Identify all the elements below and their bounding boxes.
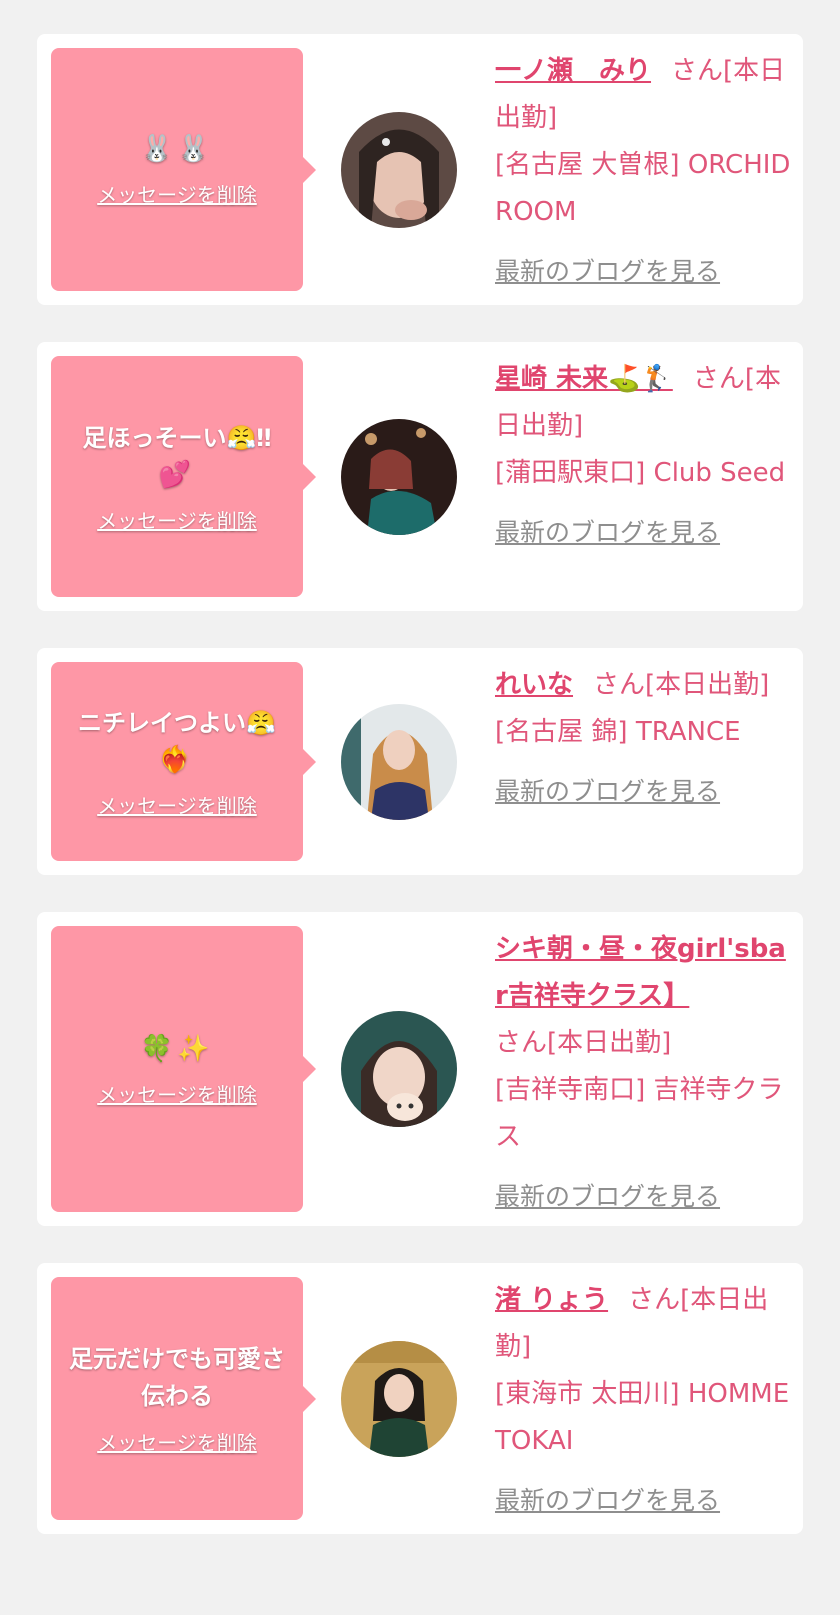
message-text: ニチレイつよい😤	[78, 708, 276, 737]
cast-name-link[interactable]: 星崎 未来⛳🏌	[495, 364, 673, 394]
avatar[interactable]	[341, 1011, 457, 1127]
cast-name-link[interactable]: 一ノ瀬 みり	[495, 56, 651, 86]
message-card: 🐰🐰 メッセージを削除 一ノ瀬 みり さん[本日出勤] [名古屋 大曽根] ORC…	[37, 34, 803, 305]
message-bubble: 🐰🐰 メッセージを削除	[51, 48, 316, 291]
cast-info: れいな さん[本日出勤] [名古屋 錦] TRANCE 最新のブログを見る	[495, 662, 791, 815]
message-emoji: ❤️‍🔥	[158, 744, 196, 775]
message-card: 足ほっそーい😤‼ 💕 メッセージを削除 星崎 未来⛳🏌 さん[本日出勤] [蒲田駅…	[37, 342, 803, 611]
message-text: 足ほっそーい😤‼	[82, 423, 272, 452]
delete-message-link[interactable]: メッセージを削除	[97, 1079, 257, 1108]
delete-message-link[interactable]: メッセージを削除	[97, 179, 257, 208]
message-card: ニチレイつよい😤 ❤️‍🔥 メッセージを削除 れいな さん[本日出勤] [名古屋 …	[37, 648, 803, 875]
avatar[interactable]	[341, 1340, 457, 1457]
message-bubble: 足ほっそーい😤‼ 💕 メッセージを削除	[51, 356, 316, 597]
message-emoji: 🍀✨	[140, 1033, 214, 1064]
cast-info: 渚 りょう さん[本日出勤] [東海市 太田川] HOMME TOKAI 最新のブ…	[495, 1277, 791, 1524]
message-bubble: 足元だけでも可愛さ伝わる メッセージを削除	[51, 1277, 316, 1520]
delete-message-link[interactable]: メッセージを削除	[97, 790, 257, 819]
message-card: 足元だけでも可愛さ伝わる メッセージを削除 渚 りょう さん[本日出勤] [東海市…	[37, 1263, 803, 1534]
cast-location: [吉祥寺南口] 吉祥寺クラス	[495, 1075, 784, 1152]
message-bubble: ニチレイつよい😤 ❤️‍🔥 メッセージを削除	[51, 662, 316, 861]
avatar[interactable]	[341, 703, 457, 820]
latest-blog-link[interactable]: 最新のブログを見る	[495, 509, 791, 556]
message-card: 🍀✨ メッセージを削除 シキ朝・昼・夜girl'sbar吉祥寺クラス】 さん[本…	[37, 912, 803, 1226]
message-emoji: 🐰🐰	[140, 134, 214, 164]
cast-status: さん[本日出勤]	[593, 670, 770, 700]
delete-message-link[interactable]: メッセージを削除	[97, 505, 257, 534]
cast-info: シキ朝・昼・夜girl'sbar吉祥寺クラス】 さん[本日出勤] [吉祥寺南口]…	[495, 926, 791, 1220]
cast-status: さん[本日出勤]	[495, 1028, 672, 1058]
cast-info: 星崎 未来⛳🏌 さん[本日出勤] [蒲田駅東口] Club Seed 最新のブログ…	[495, 356, 791, 556]
latest-blog-link[interactable]: 最新のブログを見る	[495, 1477, 791, 1524]
cast-location: [名古屋 大曽根] ORCHID ROOM	[495, 150, 791, 227]
message-bubble: 🍀✨ メッセージを削除	[51, 926, 316, 1212]
latest-blog-link[interactable]: 最新のブログを見る	[495, 1173, 791, 1220]
cast-location: [東海市 太田川] HOMME TOKAI	[495, 1379, 790, 1456]
cast-location: [名古屋 錦] TRANCE	[495, 717, 741, 747]
cast-location: [蒲田駅東口] Club Seed	[495, 458, 786, 488]
avatar[interactable]	[341, 111, 457, 228]
latest-blog-link[interactable]: 最新のブログを見る	[495, 768, 791, 815]
cast-name-link[interactable]: 渚 りょう	[495, 1285, 608, 1315]
message-list: 🐰🐰 メッセージを削除 一ノ瀬 みり さん[本日出勤] [名古屋 大曽根] ORC…	[37, 34, 803, 1571]
message-emoji: 💕	[158, 459, 196, 490]
cast-info: 一ノ瀬 みり さん[本日出勤] [名古屋 大曽根] ORCHID ROOM 最新の…	[495, 48, 791, 295]
avatar[interactable]	[341, 418, 457, 535]
latest-blog-link[interactable]: 最新のブログを見る	[495, 248, 791, 295]
delete-message-link[interactable]: メッセージを削除	[97, 1427, 257, 1456]
cast-name-link[interactable]: れいな	[495, 670, 573, 700]
message-text: 足元だけでも可愛さ伝わる	[69, 1345, 285, 1410]
cast-name-link[interactable]: シキ朝・昼・夜girl'sbar吉祥寺クラス】	[495, 934, 786, 1011]
